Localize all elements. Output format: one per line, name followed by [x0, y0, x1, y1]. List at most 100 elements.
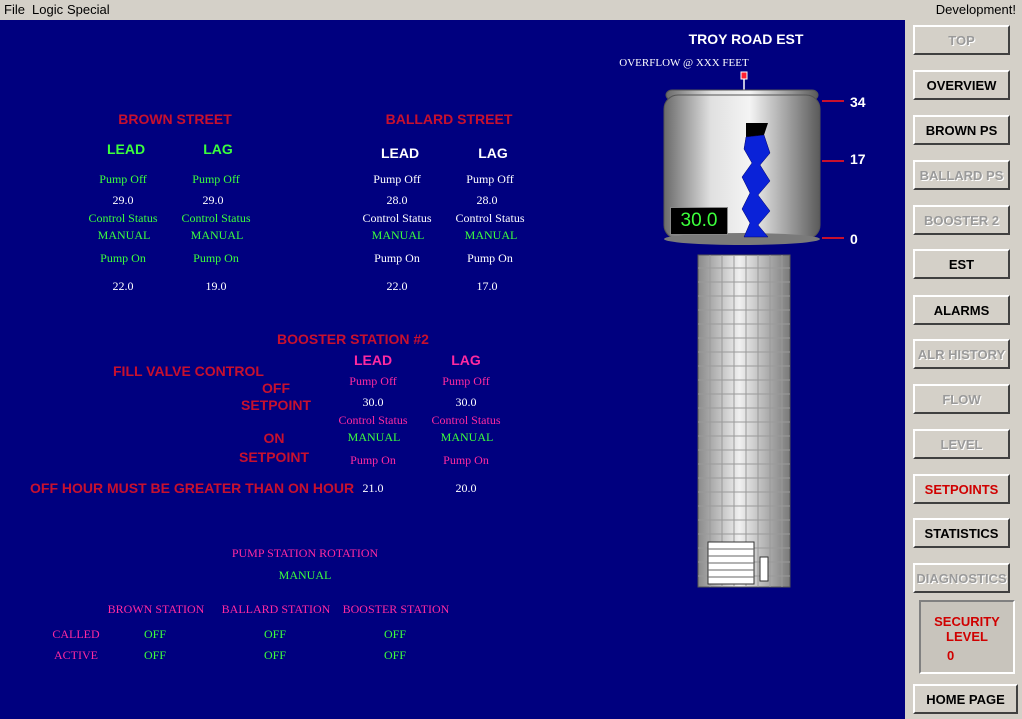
on-setpoint-label: ON [263, 430, 285, 446]
brown-street-title: BROWN STREET [118, 111, 232, 127]
menu-logic[interactable]: Logic [32, 2, 63, 17]
menu-special[interactable]: Special [67, 2, 110, 17]
ballard-lag-control-status-label: Control Status [455, 211, 525, 225]
booster-lag-label: LAG [451, 352, 481, 368]
scale-tick-17 [822, 160, 844, 162]
nav-alarms-button[interactable]: ALARMS [913, 295, 1010, 325]
rotation-active-brown: OFF [143, 648, 167, 662]
scale-label-17: 17 [850, 151, 866, 167]
scale-tick-0 [822, 237, 844, 239]
ballard-lag-pump-on-label: Pump On [467, 251, 513, 265]
booster-lead-pump-on-label: Pump On [350, 453, 396, 467]
booster-lag-off-value[interactable]: 30.0 [456, 395, 477, 410]
brown-lag-mode[interactable]: MANUAL [191, 228, 244, 243]
off-setpoint-label: OFF [262, 380, 290, 396]
brown-lead-pump-on-label: Pump On [100, 251, 146, 265]
security-label: SECURITY [934, 614, 1000, 629]
ballard-lead-label: LEAD [380, 145, 420, 161]
nav-level-button[interactable]: LEVEL [913, 429, 1010, 459]
rotation-active-label: ACTIVE [54, 648, 98, 662]
ballard-lead-pump-on-label: Pump On [374, 251, 420, 265]
nav-est-button[interactable]: EST [913, 249, 1010, 279]
booster-lead-off-value[interactable]: 30.0 [363, 395, 384, 410]
ballard-lag-on-value[interactable]: 17.0 [477, 279, 498, 294]
on-setpoint-caption: SETPOINT [238, 449, 310, 465]
water-tank [663, 71, 821, 588]
brown-lag-on-value[interactable]: 19.0 [206, 279, 227, 294]
rotation-title: PUMP STATION ROTATION [231, 546, 379, 560]
rotation-active-ballard: OFF [263, 648, 287, 662]
rotation-called-ballard: OFF [263, 627, 287, 641]
brown-lag-pump-on-label: Pump On [193, 251, 239, 265]
ballard-lag-mode[interactable]: MANUAL [465, 228, 518, 243]
security-level-panel: SECURITY LEVEL 0 [919, 600, 1015, 674]
rotation-called-brown: OFF [143, 627, 167, 641]
rotation-header-brown: BROWN STATION [107, 602, 205, 616]
scale-label-34: 34 [850, 94, 866, 110]
booster-station-title: BOOSTER STATION #2 [277, 331, 429, 347]
brown-lead-on-value[interactable]: 22.0 [113, 279, 134, 294]
nav-statistics-button[interactable]: STATISTICS [913, 518, 1010, 548]
security-level-label: LEVEL [946, 629, 988, 644]
nav-sidebar: TOP OVERVIEW BROWN PS BALLARD PS BOOSTER… [908, 20, 1022, 719]
booster-lead-control-status-label: Control Status [338, 413, 408, 427]
ballard-lead-on-value[interactable]: 22.0 [387, 279, 408, 294]
booster-lead-on-value[interactable]: 21.0 [363, 481, 384, 496]
nav-home-page-button[interactable]: HOME PAGE [913, 684, 1018, 714]
nav-alr-history-button[interactable]: ALR HISTORY [913, 339, 1010, 369]
brown-lead-control-status-label: Control Status [88, 211, 158, 225]
booster-lead-label: LEAD [353, 352, 393, 368]
rotation-called-label: CALLED [52, 627, 100, 641]
nav-ballard-ps-button[interactable]: BALLARD PS [913, 160, 1010, 190]
brown-lag-off-value[interactable]: 29.0 [203, 193, 224, 208]
ballard-lead-control-status-label: Control Status [362, 211, 432, 225]
ballard-lead-mode[interactable]: MANUAL [372, 228, 425, 243]
rotation-called-booster: OFF [383, 627, 407, 641]
brown-lag-label: LAG [203, 141, 233, 157]
nav-diagnostics-button[interactable]: DIAGNOSTICS [913, 563, 1010, 593]
nav-flow-button[interactable]: FLOW [913, 384, 1010, 414]
riser-column [697, 254, 791, 588]
menu-file[interactable]: File [4, 2, 25, 17]
brown-lead-label: LEAD [106, 141, 146, 157]
rotation-active-booster: OFF [383, 648, 407, 662]
off-hour-warning: OFF HOUR MUST BE GREATER THAN ON HOUR [30, 480, 355, 496]
tank-title: TROY ROAD EST [688, 31, 804, 47]
scale-label-0: 0 [850, 231, 858, 247]
tank-level-readout: 30.0 [670, 207, 728, 235]
brown-lag-control-status-label: Control Status [181, 211, 251, 225]
booster-lead-mode[interactable]: MANUAL [348, 430, 401, 445]
booster-lag-pump-on-label: Pump On [443, 453, 489, 467]
nav-brown-ps-button[interactable]: BROWN PS [913, 115, 1010, 145]
nav-booster-2-button[interactable]: BOOSTER 2 [913, 205, 1010, 235]
main-panel: BROWN STREET LEAD LAG Pump Off Pump Off … [0, 20, 905, 719]
brown-lead-pump-off-label: Pump Off [99, 172, 147, 186]
booster-lag-pump-off-label: Pump Off [442, 374, 490, 388]
booster-lag-control-status-label: Control Status [431, 413, 501, 427]
fill-valve-control-label: FILL VALVE CONTROL [113, 363, 264, 379]
booster-lead-pump-off-label: Pump Off [349, 374, 397, 388]
ballard-lead-pump-off-label: Pump Off [373, 172, 421, 186]
ballard-lead-off-value[interactable]: 28.0 [387, 193, 408, 208]
security-level-value: 0 [947, 648, 955, 663]
scale-tick-34 [822, 100, 844, 102]
overflow-marker [740, 71, 748, 80]
booster-lag-on-value[interactable]: 20.0 [456, 481, 477, 496]
rotation-mode[interactable]: MANUAL [279, 568, 332, 583]
ballard-lag-label: LAG [478, 145, 508, 161]
rotation-header-booster: BOOSTER STATION [342, 602, 450, 616]
menu-development[interactable]: Development! [936, 2, 1016, 17]
nav-overview-button[interactable]: OVERVIEW [913, 70, 1010, 100]
ballard-lag-pump-off-label: Pump Off [466, 172, 514, 186]
nav-setpoints-button[interactable]: SETPOINTS [913, 474, 1010, 504]
brown-lag-pump-off-label: Pump Off [192, 172, 240, 186]
off-setpoint-caption: SETPOINT [240, 397, 312, 413]
booster-lag-mode[interactable]: MANUAL [441, 430, 494, 445]
menu-bar: File Logic Special Development! [0, 0, 1022, 20]
ballard-lag-off-value[interactable]: 28.0 [477, 193, 498, 208]
brown-lead-off-value[interactable]: 29.0 [113, 193, 134, 208]
rotation-header-ballard: BALLARD STATION [221, 602, 331, 616]
ballard-street-title: BALLARD STREET [385, 111, 513, 127]
brown-lead-mode[interactable]: MANUAL [98, 228, 151, 243]
nav-top-button[interactable]: TOP [913, 25, 1010, 55]
